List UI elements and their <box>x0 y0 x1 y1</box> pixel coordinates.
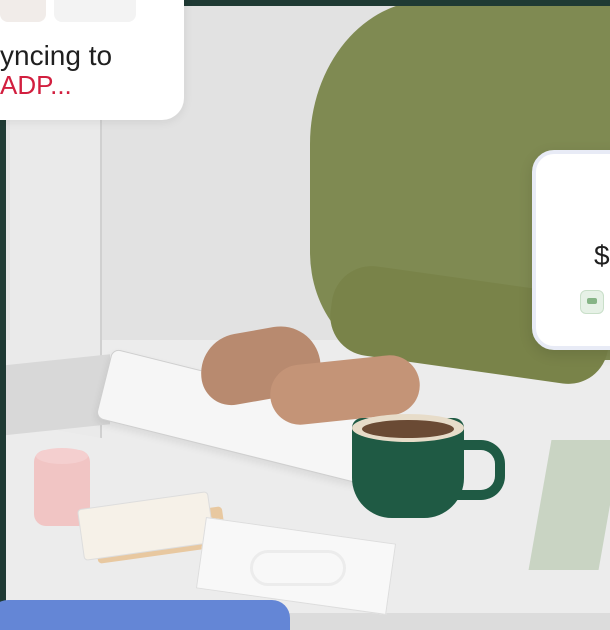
coffee <box>362 420 454 438</box>
scissors-icon <box>250 550 346 586</box>
popup-pill <box>54 0 136 22</box>
popup-pill <box>0 0 46 22</box>
amount-card: $ <box>532 150 610 350</box>
amount-value: $ <box>594 240 610 271</box>
sync-target-text: ADP... <box>0 70 72 100</box>
monitor-stand <box>0 354 110 436</box>
sheet-icon <box>580 290 604 314</box>
sync-status-text: yncing to <box>0 40 113 71</box>
sync-popup: yncing to ADP... <box>0 0 184 120</box>
mug-handle <box>455 440 505 500</box>
sharpener-cap <box>36 448 88 464</box>
bottom-blue-card <box>0 600 290 630</box>
